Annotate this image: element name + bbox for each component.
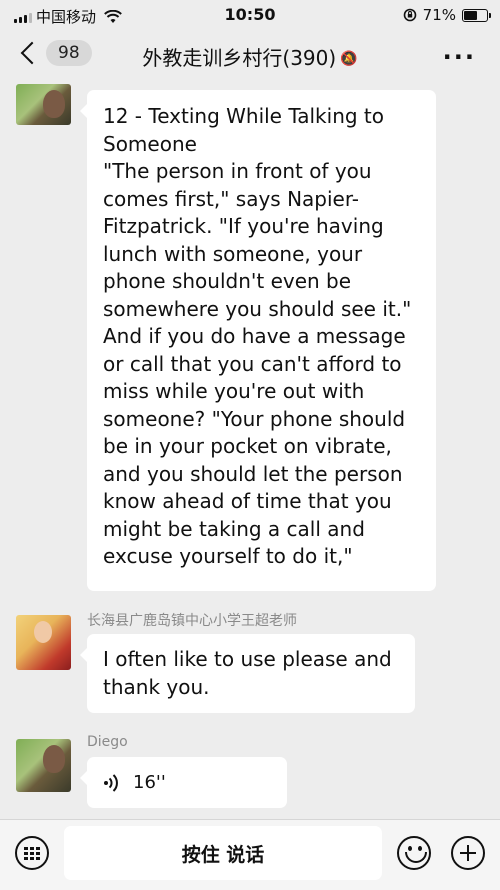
input-bar: 按住 说话 — [0, 819, 500, 890]
battery-icon — [462, 8, 491, 22]
rotation-lock-icon — [403, 8, 416, 22]
message-heading: 12 - Texting While Talking to Someone — [103, 104, 385, 156]
message-bubble[interactable]: 12 - Texting While Talking to Someone "T… — [80, 90, 436, 591]
keyboard-toggle-button[interactable] — [15, 836, 49, 870]
message-bubble[interactable]: I often like to use please and thank you… — [80, 634, 415, 713]
chat-title: 外教走训乡村行(390) 🔕 — [0, 42, 500, 71]
battery-fill — [464, 10, 477, 20]
emoji-button[interactable] — [397, 836, 431, 870]
status-bar: 中国移动 10:50 71% — [0, 0, 500, 30]
hold-to-talk-button[interactable]: 按住 说话 — [64, 826, 382, 880]
voice-duration: 16'' — [133, 771, 166, 793]
more-options-button[interactable]: ··· — [443, 43, 476, 71]
chat-title-text: 外教走训乡村行(390) — [142, 46, 337, 70]
add-more-button[interactable] — [451, 836, 485, 870]
voice-message-bubble[interactable]: 16'' — [80, 757, 287, 808]
battery-percent: 71% — [422, 6, 456, 24]
message-text: I often like to use please and thank you… — [103, 647, 392, 699]
mute-bell-icon: 🔕 — [340, 51, 358, 67]
voice-wave-icon — [104, 773, 118, 792]
avatar[interactable] — [16, 739, 71, 792]
nav-bar: 98 外教走训乡村行(390) 🔕 ··· — [0, 30, 500, 80]
avatar[interactable] — [16, 84, 71, 125]
message-text: "The person in front of you comes first,… — [103, 159, 412, 568]
keyboard-icon — [24, 846, 40, 860]
avatar[interactable] — [16, 615, 71, 670]
sender-name: Diego — [87, 734, 128, 750]
sender-name: 长海县广鹿岛镇中心小学王超老师 — [87, 613, 297, 629]
status-right: 71% — [403, 6, 491, 24]
